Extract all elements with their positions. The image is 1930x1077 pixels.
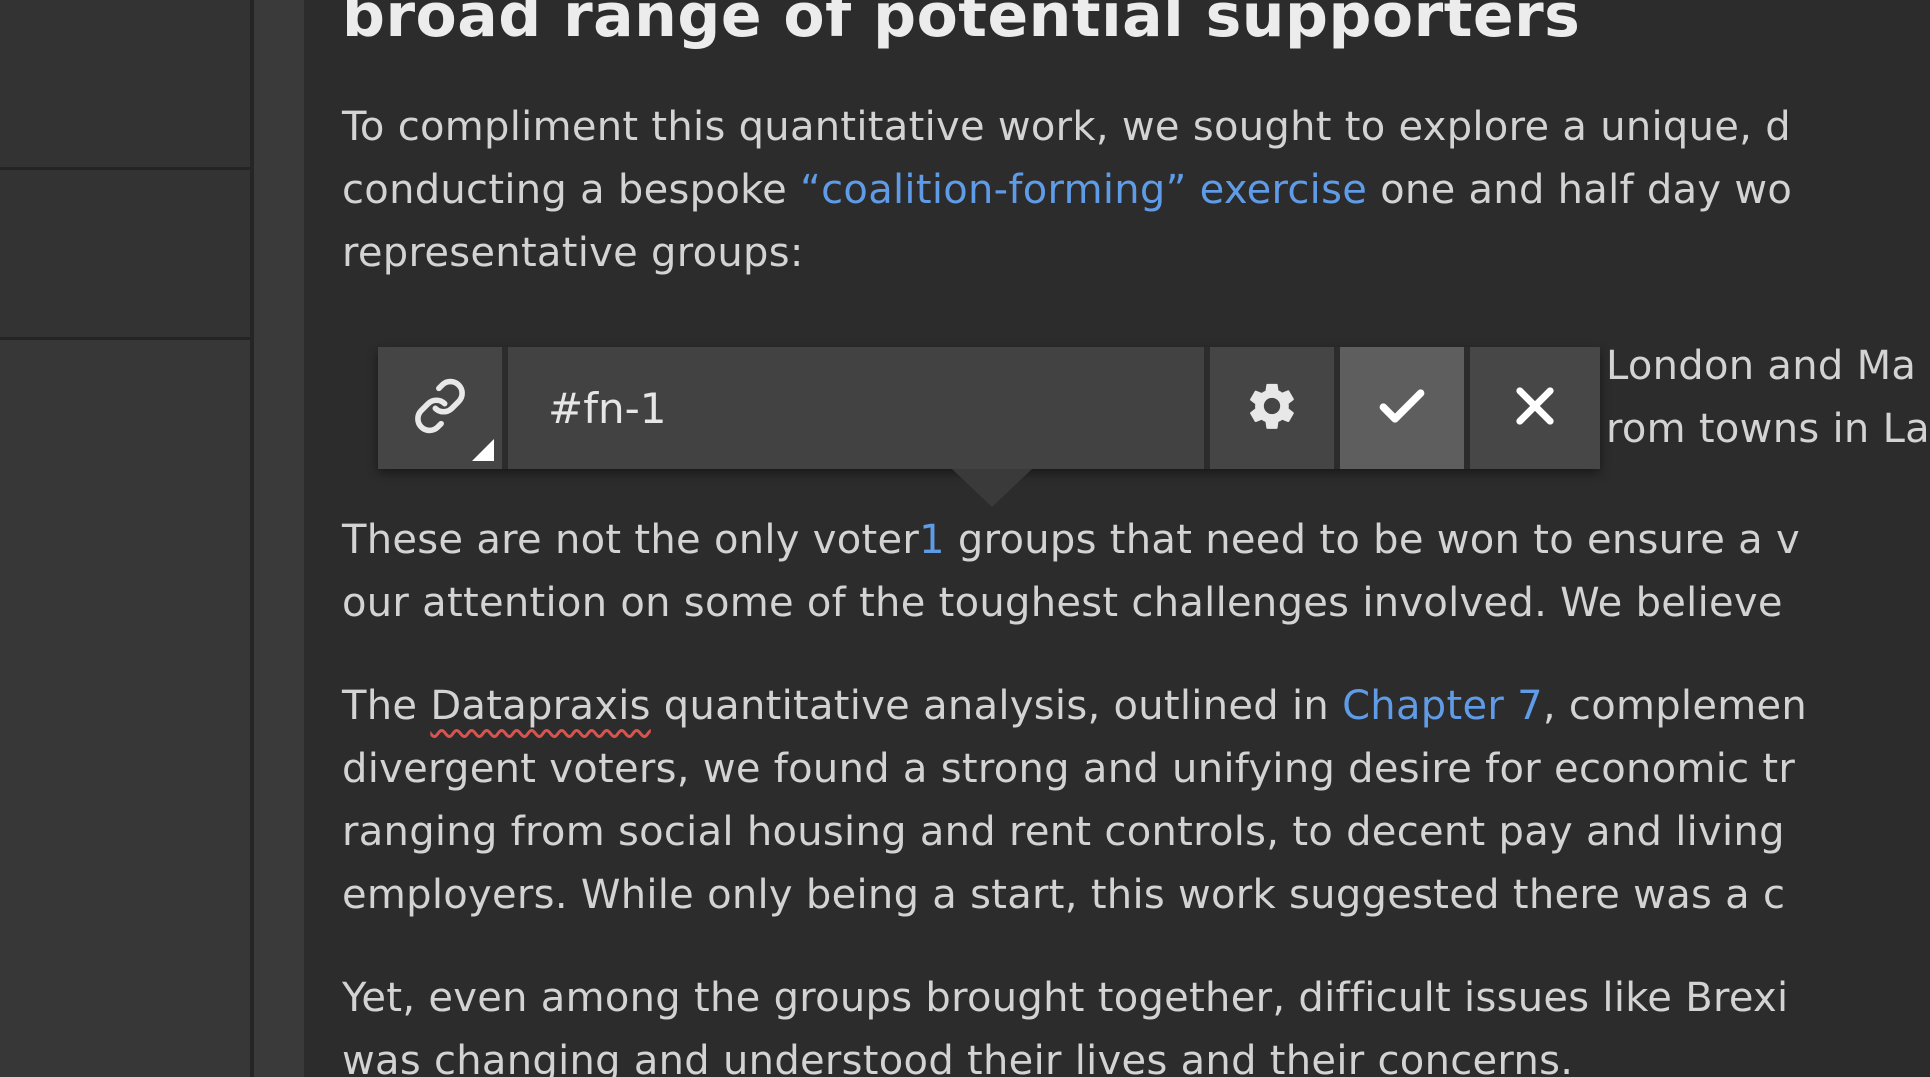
text-span: , complemen xyxy=(1542,683,1808,729)
list-item-text: London and Ma xyxy=(1606,343,1917,389)
footnote-reference[interactable]: 1 xyxy=(919,517,945,563)
link-type-button[interactable] xyxy=(378,347,502,469)
paragraph-line: our attention on some of the toughest ch… xyxy=(342,580,1783,626)
close-icon xyxy=(1509,380,1561,436)
sidebar-panel-bottom[interactable] xyxy=(0,340,250,1077)
link-url-input[interactable] xyxy=(548,378,1188,438)
text-span: one and half day wo xyxy=(1367,167,1793,213)
paragraph-line: These are not the only voter1 groups tha… xyxy=(342,520,1800,560)
link-edit-popover xyxy=(378,347,1600,507)
check-icon xyxy=(1374,378,1430,438)
paragraph-line: conducting a bespoke “coalition-forming”… xyxy=(342,170,1792,210)
sidebar-panel-middle[interactable] xyxy=(0,170,250,340)
section-heading: broad range of potential supporters xyxy=(342,0,1581,51)
gear-icon xyxy=(1244,378,1300,438)
paragraph-line: representative groups: xyxy=(342,230,804,276)
sidebar xyxy=(0,0,252,1077)
paragraph-line: employers. While only being a start, thi… xyxy=(342,872,1786,918)
misspelled-word[interactable]: Datapraxis xyxy=(430,683,650,729)
paragraph-line: The Datapraxis quantitative analysis, ou… xyxy=(342,686,1807,726)
popover-pointer xyxy=(952,469,1032,507)
paragraph-line: divergent voters, we found a strong and … xyxy=(342,746,1796,792)
text-span: quantitative analysis, outlined in xyxy=(650,683,1343,729)
link-url-field[interactable] xyxy=(508,347,1204,469)
text-span: These are not the only voter xyxy=(342,517,920,563)
link-icon xyxy=(412,378,468,438)
paragraph-line: To compliment this quantitative work, we… xyxy=(342,104,1791,150)
text-span: The xyxy=(342,683,431,729)
editor-gutter xyxy=(254,0,304,1077)
sidebar-panel-top[interactable] xyxy=(0,0,250,170)
paragraph-line: Yet, even among the groups brought toget… xyxy=(342,975,1789,1021)
text-span: groups that need to be won to ensure a v xyxy=(944,517,1800,563)
link-settings-button[interactable] xyxy=(1210,347,1334,469)
list-item-text: rom towns in La xyxy=(1606,406,1930,452)
chapter-7-link[interactable]: Chapter 7 xyxy=(1342,683,1543,729)
text-span: conducting a bespoke xyxy=(342,167,801,213)
cancel-link-button[interactable] xyxy=(1470,347,1600,469)
apply-link-button[interactable] xyxy=(1340,347,1464,469)
coalition-forming-link[interactable]: “coalition-forming” exercise xyxy=(800,167,1367,213)
paragraph-line: ranging from social housing and rent con… xyxy=(342,809,1785,855)
paragraph-line: was changing and understood their lives … xyxy=(342,1038,1574,1077)
dropdown-corner-icon xyxy=(472,439,494,461)
editor-content[interactable]: broad range of potential supporters To c… xyxy=(304,0,1930,1077)
